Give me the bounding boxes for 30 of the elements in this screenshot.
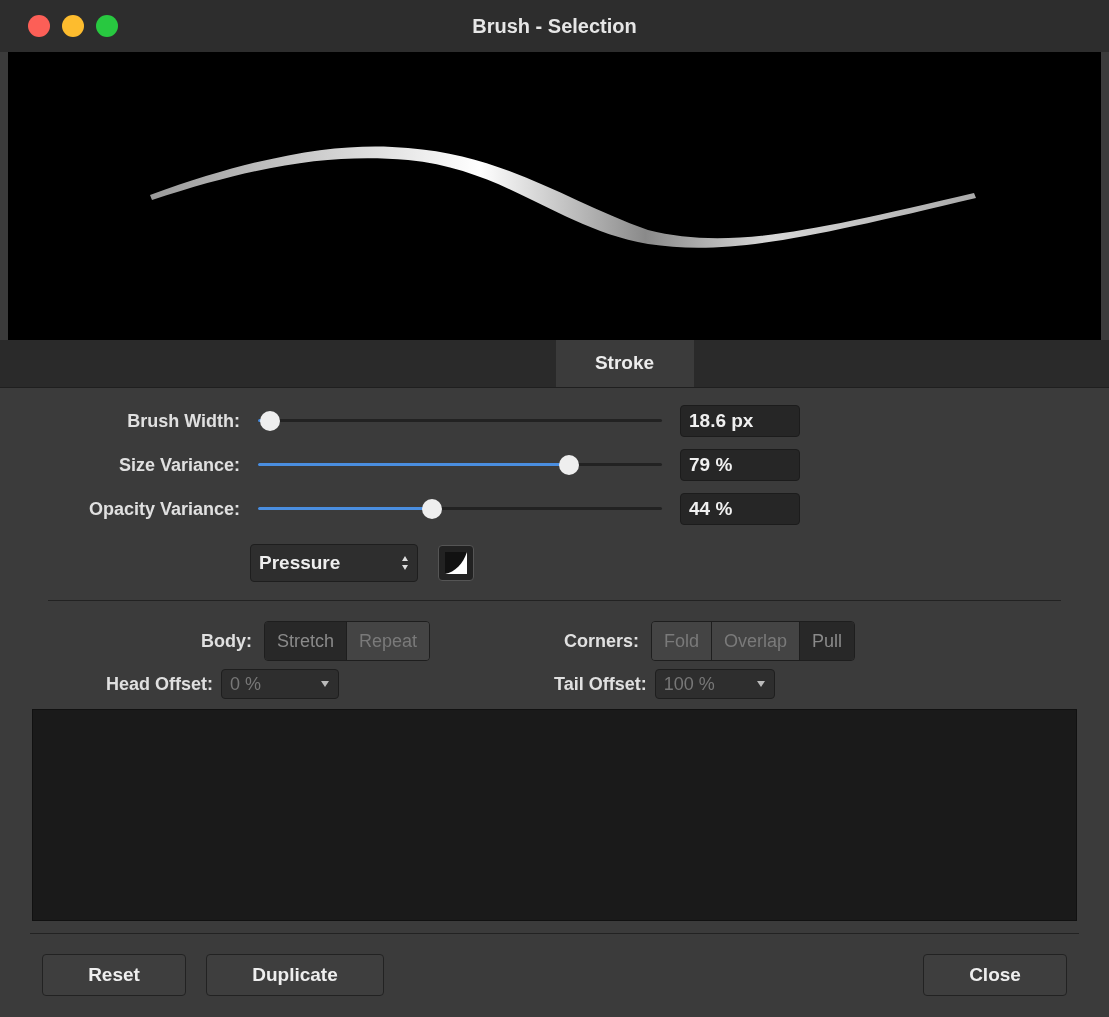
curve-icon — [445, 552, 467, 574]
caret-icon — [755, 680, 766, 688]
field-label: Body: — [200, 629, 252, 653]
pressure-curve-button[interactable] — [438, 545, 474, 581]
slider-label: Size Variance: — [117, 453, 240, 477]
field-label: Corners: — [564, 629, 639, 653]
field-label: Tail Offset: — [554, 672, 647, 696]
field-label: Head Offset: — [106, 672, 213, 696]
slider-track[interactable] — [258, 498, 662, 520]
pressure-dropdown[interactable]: Pressure — [250, 544, 418, 582]
slider-label: Opacity Variance: — [87, 497, 240, 521]
tab[interactable]: Stroke — [555, 340, 694, 387]
dialog-button[interactable]: Reset — [42, 954, 186, 996]
slider-thumb[interactable] — [559, 455, 580, 475]
caret-icon — [320, 680, 330, 688]
value-field[interactable]: 44 % — [680, 493, 800, 525]
slider-label: Brush Width: — [126, 409, 240, 433]
value-field[interactable]: 18.6 px — [680, 405, 800, 437]
close-window-icon[interactable] — [28, 15, 50, 37]
value-field[interactable]: 79 % — [680, 449, 800, 481]
slider-thumb[interactable] — [421, 499, 442, 519]
slider-track[interactable] — [258, 454, 662, 476]
slider-thumb[interactable] — [260, 411, 281, 431]
zoom-window-icon[interactable] — [96, 15, 118, 37]
minimize-window-icon[interactable] — [62, 15, 84, 37]
dialog-button[interactable]: Duplicate — [206, 954, 384, 996]
stepper-arrows-icon — [401, 555, 409, 571]
close-button[interactable]: Close — [923, 954, 1067, 996]
slider-track[interactable] — [258, 410, 662, 432]
window-title: Brush - Selection — [472, 14, 637, 39]
